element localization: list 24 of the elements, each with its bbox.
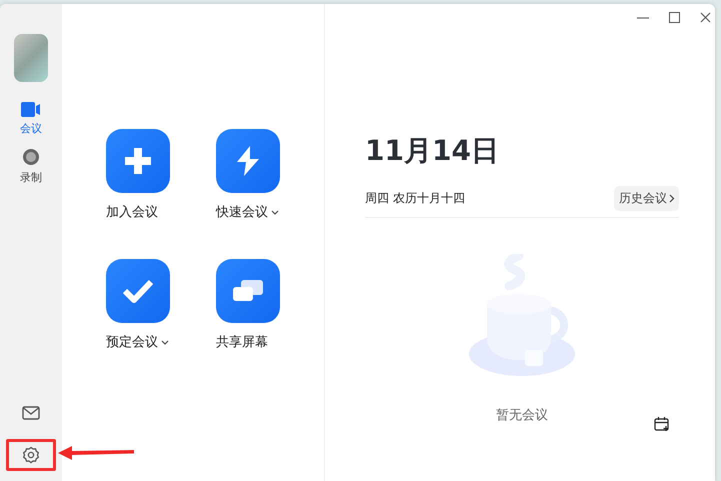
action-button[interactable]: 共享屏幕 (216, 259, 326, 389)
sidebar-tab[interactable]: 会议 (20, 102, 42, 136)
caret-icon (161, 340, 169, 344)
date-heading: 11月14日 (365, 133, 500, 169)
check-icon (123, 279, 153, 303)
lightning-icon (234, 145, 262, 177)
settings-icon[interactable] (22, 446, 40, 464)
history-button[interactable]: 历史会议 (614, 186, 679, 211)
action-button[interactable]: 预定会议 (106, 259, 216, 389)
plus-icon (123, 146, 153, 176)
mail-icon[interactable] (22, 406, 40, 420)
close-icon[interactable] (700, 12, 711, 23)
maximize-icon[interactable] (669, 12, 680, 23)
sidebar-tab[interactable]: 录制 (20, 148, 42, 185)
action-button[interactable]: 加入会议 (106, 129, 216, 259)
record-icon (22, 148, 40, 166)
empty-state-text: 暂无会议 (496, 407, 548, 424)
calendar-icon (654, 416, 670, 432)
weekday-text: 周四 农历十月十四 (365, 190, 465, 207)
screens-icon (231, 278, 265, 304)
action-button[interactable]: 快速会议 (216, 129, 326, 259)
caret-icon (271, 210, 279, 214)
video-camera-icon (21, 102, 41, 117)
chevron-icon (669, 194, 675, 203)
